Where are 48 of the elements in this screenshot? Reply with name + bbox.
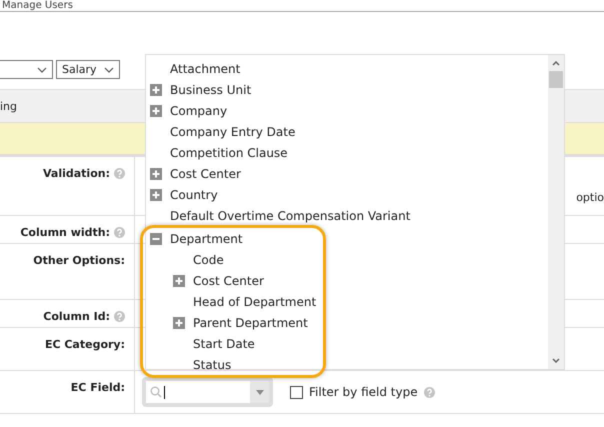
tree-item[interactable]: Default Overtime Compensation Variant [146,205,548,226]
field-label: Other Options: [33,254,125,267]
help-icon[interactable] [114,168,125,179]
caret-down-icon [256,390,264,394]
help-icon[interactable] [424,387,435,398]
tree-item[interactable]: Company [146,100,548,121]
chevron-down-icon [552,358,560,363]
filter-select[interactable]: Salary [56,60,120,79]
tree-item[interactable]: Head of Department [146,291,323,312]
plus-icon[interactable] [150,188,162,200]
tree-item[interactable]: Cost Center [146,163,548,184]
tree-item[interactable]: Start Date [146,333,323,354]
scrollbar[interactable] [548,55,564,369]
scrollbar-thumb[interactable] [549,71,563,88]
tree-item[interactable]: Parent Department [146,312,323,333]
filter-checkbox[interactable] [290,386,303,398]
field-label: EC Category: [44,338,125,351]
help-icon[interactable] [114,227,125,238]
filter-select[interactable] [0,60,53,79]
plus-icon[interactable] [173,274,185,286]
minus-icon[interactable] [150,232,162,244]
plus-icon[interactable] [150,104,162,116]
tree-item[interactable]: Country [146,184,548,205]
field-label: Validation: [43,167,110,180]
chevron-down-icon [104,66,114,72]
tree-item[interactable]: Status [146,354,323,375]
tree-item[interactable]: Cost Center [146,270,323,291]
field-label: EC Field: [70,381,125,394]
checkbox-label: Filter by field type [309,385,418,399]
breadcrumb-link[interactable]: Manage Users [2,0,73,11]
option-text: optio [576,191,604,204]
help-icon[interactable] [114,311,125,322]
plus-icon[interactable] [150,168,162,180]
column-header: ing [0,100,18,112]
field-label: Column Id: [43,310,110,323]
plus-icon[interactable] [173,316,185,328]
tree-item[interactable]: Business Unit [146,79,548,100]
ec-field-search[interactable] [146,381,269,403]
tree-item[interactable]: Department [146,228,323,249]
plus-icon[interactable] [150,84,162,96]
tree-item[interactable]: Competition Clause [146,142,548,163]
field-label: Column width: [20,226,110,239]
tree-item[interactable]: Attachment [146,58,548,79]
search-icon [150,386,162,398]
chevron-down-icon [37,66,47,72]
chevron-up-icon [552,61,560,66]
tree-item[interactable]: Company Entry Date [146,121,548,142]
tree-item[interactable]: Code [146,249,323,270]
